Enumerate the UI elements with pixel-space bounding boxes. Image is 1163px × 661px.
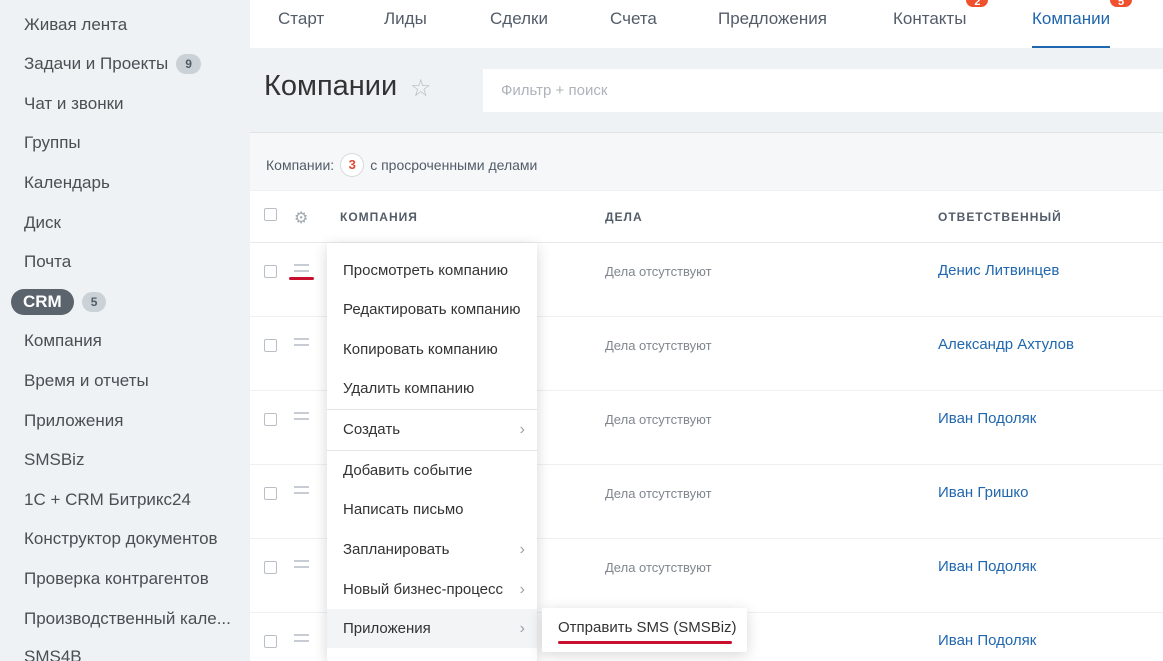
sidebar-item-disk[interactable]: Диск — [24, 208, 61, 238]
sidebar-item-counterparty-check[interactable]: Проверка контрагентов — [24, 564, 209, 594]
chevron-right-icon: › — [519, 541, 525, 558]
sidebar-item-mail[interactable]: Почта — [24, 247, 71, 277]
column-header-deals[interactable]: ДЕЛА — [605, 210, 643, 224]
row-checkbox[interactable] — [264, 487, 277, 500]
tab-deals[interactable]: Сделки — [490, 0, 548, 48]
crm-top-nav: Старт Лиды Сделки Счета Предложения Конт… — [250, 0, 1163, 48]
sidebar-item-crm[interactable]: CRM 5 — [11, 287, 107, 317]
chevron-right-icon: › — [519, 581, 525, 598]
menu-item-write-email[interactable]: Написать письмо — [327, 490, 537, 529]
page-title: Компании — [264, 70, 398, 102]
column-header-responsible[interactable]: ОТВЕТСТВЕННЫЙ — [938, 210, 1062, 224]
row-checkbox[interactable] — [264, 339, 277, 352]
sidebar-item-sms4b[interactable]: SMS4B — [24, 642, 82, 661]
tab-leads[interactable]: Лиды — [384, 0, 427, 48]
sidebar-item-tasks[interactable]: Задачи и Проекты 9 — [24, 49, 201, 79]
drag-handle-icon[interactable] — [294, 634, 309, 642]
row-checkbox[interactable] — [264, 265, 277, 278]
menu-item-delete-company[interactable]: Удалить компанию — [327, 369, 537, 408]
tab-quotes[interactable]: Предложения — [718, 0, 827, 48]
menu-item-applications[interactable]: Приложения › — [327, 609, 537, 648]
row-context-menu: Просмотреть компанию Редактировать компа… — [327, 243, 537, 661]
row-responsible-link[interactable]: Денис Литвинцев — [938, 262, 1059, 279]
sidebar-item-company[interactable]: Компания — [24, 326, 102, 356]
row-deals: Дела отсутствуют — [605, 486, 712, 501]
tab-counter: 2 — [966, 0, 989, 8]
grid-header: ⚙ КОМПАНИЯ ДЕЛА ОТВЕТСТВЕННЫЙ — [250, 191, 1163, 243]
row-responsible-link[interactable]: Иван Подоляк — [938, 410, 1036, 427]
chevron-right-icon: › — [519, 421, 525, 438]
sidebar-item-apps[interactable]: Приложения — [24, 406, 123, 436]
menu-item-copy-company[interactable]: Копировать компанию — [327, 330, 537, 369]
row-checkbox[interactable] — [264, 413, 277, 426]
chevron-right-icon: › — [519, 620, 525, 637]
menu-item-schedule[interactable]: Запланировать › — [327, 530, 537, 569]
gear-icon[interactable]: ⚙ — [294, 208, 308, 228]
drag-handle-icon[interactable] — [294, 264, 309, 272]
row-deals: Дела отсутствуют — [605, 264, 712, 279]
annotation-underline — [558, 641, 732, 644]
overdue-count-badge: 3 — [340, 153, 365, 177]
tab-companies[interactable]: Компании 5 — [1032, 0, 1133, 48]
row-responsible-link[interactable]: Александр Ахтулов — [938, 336, 1074, 353]
row-deals: Дела отсутствуют — [605, 560, 712, 575]
sidebar-badge: 9 — [176, 54, 201, 74]
menu-item-view-company[interactable]: Просмотреть компанию — [327, 251, 537, 290]
tab-invoices[interactable]: Счета — [610, 0, 657, 48]
sidebar: Живая лента Задачи и Проекты 9 Чат и звон… — [0, 0, 250, 661]
sidebar-item-groups[interactable]: Группы — [24, 128, 81, 158]
menu-item-add-event[interactable]: Добавить событие — [327, 451, 537, 490]
row-responsible-link[interactable]: Иван Подоляк — [938, 558, 1036, 575]
sidebar-item-live-feed[interactable]: Живая лента — [24, 10, 127, 40]
sidebar-item-chat[interactable]: Чат и звонки — [24, 89, 124, 119]
star-icon[interactable]: ☆ — [410, 74, 432, 103]
menu-item-edit-company[interactable]: Редактировать компанию — [327, 290, 537, 329]
filter-search-input[interactable] — [483, 69, 1163, 112]
drag-handle-icon[interactable] — [294, 412, 309, 420]
row-deals: Дела отсутствуют — [605, 412, 712, 427]
menu-item-new-business-process[interactable]: Новый бизнес-процесс › — [327, 570, 537, 609]
row-deals: Дела отсутствуют — [605, 338, 712, 353]
applications-submenu: Отправить SMS (SMSBiz) — [542, 608, 747, 652]
tab-counter: 5 — [1109, 0, 1133, 8]
drag-handle-icon[interactable] — [294, 486, 309, 494]
row-checkbox[interactable] — [264, 635, 277, 648]
sidebar-item-smsbiz[interactable]: SMSBiz — [24, 445, 84, 475]
menu-item-create[interactable]: Создать › — [327, 410, 537, 449]
column-header-company[interactable]: КОМПАНИЯ — [340, 210, 418, 224]
sidebar-item-1c-crm[interactable]: 1С + CRM Битрикс24 — [24, 485, 191, 515]
row-checkbox[interactable] — [264, 561, 277, 574]
annotation-underline — [289, 277, 314, 280]
sidebar-item-time-reports[interactable]: Время и отчеты — [24, 366, 149, 396]
tab-contacts[interactable]: Контакты 2 — [893, 0, 989, 48]
submenu-item-send-sms[interactable]: Отправить SMS (SMSBiz) — [558, 619, 737, 636]
row-responsible-link[interactable]: Иван Гришко — [938, 484, 1028, 501]
select-all-checkbox[interactable] — [264, 208, 277, 221]
sidebar-item-doc-builder[interactable]: Конструктор документов — [24, 524, 218, 554]
overdue-counter[interactable]: Компании: 3 с просроченными делами — [266, 153, 537, 177]
drag-handle-icon[interactable] — [294, 338, 309, 346]
overdue-counter-bar: Компании: 3 с просроченными делами — [250, 132, 1163, 190]
sidebar-badge: 5 — [81, 292, 107, 312]
sidebar-item-calendar[interactable]: Календарь — [24, 168, 110, 198]
sidebar-item-production-calendar[interactable]: Производственный кале... — [24, 604, 231, 634]
row-responsible-link[interactable]: Иван Подоляк — [938, 632, 1036, 649]
tab-start[interactable]: Старт — [278, 0, 324, 48]
drag-handle-icon[interactable] — [294, 560, 309, 568]
